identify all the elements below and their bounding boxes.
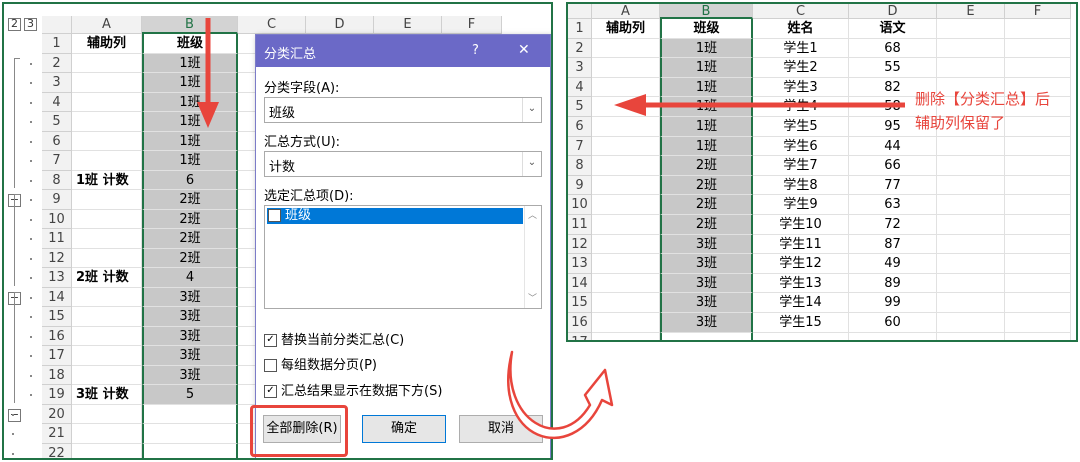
left-arrow-icon xyxy=(614,94,905,116)
curved-arrow-icon xyxy=(507,350,614,440)
down-arrow-icon xyxy=(197,18,219,128)
arrows-overlay xyxy=(197,18,905,440)
